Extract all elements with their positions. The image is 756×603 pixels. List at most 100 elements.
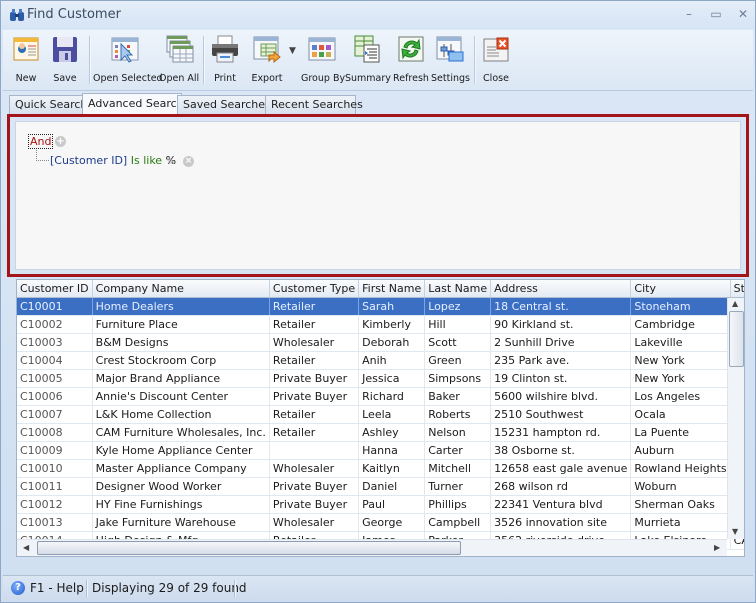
- help-icon[interactable]: ?: [11, 581, 25, 595]
- maximize-button[interactable]: ▭: [707, 6, 725, 22]
- horizontal-scrollbar[interactable]: ◀ ▶: [17, 539, 727, 556]
- cell-customer-type: Private Buyer: [269, 477, 360, 496]
- cell-customer-type: Retailer: [269, 351, 360, 370]
- cell-customer-type: Private Buyer: [269, 369, 360, 388]
- table-row[interactable]: C10013 Jake Furniture Warehouse Wholesaler…: [17, 513, 744, 532]
- table-row[interactable]: C10005 Major Brand Appliance Private Buyer…: [17, 369, 744, 388]
- export-button[interactable]: ▼ Export: [247, 32, 299, 88]
- filter-editor[interactable]: And + [Customer ID] Is like % ✎ ×: [15, 121, 741, 270]
- cell-customer-id: C10009: [17, 441, 93, 460]
- close-label: Close: [483, 73, 509, 84]
- cell-first-name: Anih: [358, 351, 426, 370]
- table-row[interactable]: C10003 B&M Designs Wholesaler Deborah Scott 2…: [17, 333, 744, 352]
- cell-first-name: Sarah: [358, 297, 426, 316]
- cell-first-name: Deborah: [358, 333, 426, 352]
- open-selected-button[interactable]: Open Selected: [93, 32, 163, 88]
- cell-address: 22341 Ventura blvd: [490, 495, 632, 514]
- cell-customer-type: Retailer: [269, 405, 360, 424]
- status-separator: [234, 580, 236, 597]
- close-button[interactable]: Close: [478, 32, 514, 88]
- column-header-last-name[interactable]: Last Name: [424, 280, 492, 298]
- summary-icon: [354, 35, 380, 63]
- table-row[interactable]: C10008 CAM Furniture Wholesales, Inc. Reta…: [17, 423, 744, 442]
- cell-company-name: Furniture Place: [92, 315, 270, 334]
- customer-grid: Customer ID Company Name Customer Type F…: [16, 279, 745, 557]
- close-window-button[interactable]: ✕: [734, 6, 752, 22]
- horizontal-scroll-thumb[interactable]: [37, 541, 461, 555]
- cell-address: 235 Park ave.: [490, 351, 632, 370]
- export-dropdown-arrow[interactable]: ▼: [289, 46, 296, 56]
- column-header-company-name[interactable]: Company Name: [92, 280, 270, 298]
- cell-city: Sherman Oaks: [630, 495, 731, 514]
- filter-editor-highlight: And + [Customer ID] Is like % ✎ ×: [7, 114, 749, 277]
- cell-last-name: Phillips: [424, 495, 492, 514]
- column-header-customer-id[interactable]: Customer ID: [17, 280, 93, 298]
- save-button[interactable]: Save: [47, 32, 83, 88]
- cell-company-name: Kyle Home Appliance Center: [92, 441, 270, 460]
- table-row[interactable]: C10001 Home Dealers Retailer Sarah Lopez 18 C…: [17, 297, 744, 316]
- tab-quick-search[interactable]: Quick Search: [9, 95, 87, 114]
- vertical-scroll-thumb[interactable]: [729, 311, 744, 367]
- group-operator[interactable]: And: [27, 134, 54, 149]
- cell-customer-id: C10008: [17, 423, 93, 442]
- cell-customer-id: C10002: [17, 315, 93, 334]
- cell-customer-id: C10003: [17, 333, 93, 352]
- pencil-icon[interactable]: ✎: [166, 155, 175, 168]
- open-all-button[interactable]: Open All: [159, 32, 199, 88]
- cell-address: 38 Osborne st.: [490, 441, 632, 460]
- new-button[interactable]: New: [7, 32, 45, 88]
- table-row[interactable]: C10009 Kyle Home Appliance Center Hanna Car…: [17, 441, 744, 460]
- column-header-state[interactable]: State: [730, 280, 744, 298]
- table-row[interactable]: C10002 Furniture Place Retailer Kimberly Hil…: [17, 315, 744, 334]
- cell-city: Woburn: [630, 477, 731, 496]
- cell-address: 3526 innovation site: [490, 513, 632, 532]
- floppy-disk-icon: [53, 37, 77, 62]
- cell-customer-id: C10007: [17, 405, 93, 424]
- cell-customer-type: Wholesaler: [269, 513, 360, 532]
- table-row[interactable]: C10011 Designer Wood Worker Private Buyer D…: [17, 477, 744, 496]
- cell-last-name: Hill: [424, 315, 492, 334]
- tab-recent-searches[interactable]: Recent Searches: [265, 95, 363, 114]
- cell-city: Stoneham: [630, 297, 731, 316]
- table-row[interactable]: C10007 L&K Home Collection Retailer Leela Ro…: [17, 405, 744, 424]
- help-hint[interactable]: F1 - Help: [30, 581, 84, 595]
- column-header-customer-type[interactable]: Customer Type: [269, 280, 360, 298]
- cell-customer-type: [269, 441, 360, 460]
- summary-button[interactable]: Summary: [345, 32, 391, 88]
- group-by-button[interactable]: Group By: [301, 32, 345, 88]
- scroll-right-arrow[interactable]: ▶: [714, 543, 720, 552]
- toolbar-separator: [203, 36, 205, 84]
- cell-address: 5600 wilshire blvd.: [490, 387, 632, 406]
- cell-company-name: Crest Stockroom Corp: [92, 351, 270, 370]
- refresh-button[interactable]: Refresh: [391, 32, 431, 88]
- vertical-scrollbar[interactable]: ▲ ▼: [727, 298, 744, 539]
- cell-first-name: Hanna: [358, 441, 426, 460]
- toolbar: New Save Open Selected Open All Print ▼ …: [3, 30, 753, 91]
- tab-saved-searches[interactable]: Saved Searches: [177, 95, 271, 114]
- column-header-address[interactable]: Address: [490, 280, 632, 298]
- cell-customer-id: C10004: [17, 351, 93, 370]
- cell-last-name: Nelson: [424, 423, 492, 442]
- minimize-button[interactable]: –: [680, 6, 698, 22]
- table-row[interactable]: C10010 Master Appliance Company Wholesaler…: [17, 459, 744, 478]
- condition-field[interactable]: [Customer ID]: [50, 154, 127, 167]
- tab-advanced-search[interactable]: Advanced Search: [82, 93, 184, 115]
- export-icon: [253, 36, 281, 64]
- column-header-city[interactable]: City: [630, 280, 731, 298]
- scroll-up-arrow[interactable]: ▲: [732, 299, 738, 308]
- open-all-icon: [166, 35, 194, 63]
- column-header-first-name[interactable]: First Name: [358, 280, 426, 298]
- scroll-left-arrow[interactable]: ◀: [23, 543, 29, 552]
- scroll-down-arrow[interactable]: ▼: [732, 527, 738, 536]
- table-row[interactable]: C10006 Annie's Discount Center Private Buy…: [17, 387, 744, 406]
- condition-operator[interactable]: Is like: [131, 154, 162, 167]
- cell-address: 2510 Southwest: [490, 405, 632, 424]
- settings-button[interactable]: Settings: [431, 32, 470, 88]
- table-row[interactable]: C10004 Crest Stockroom Corp Retailer Anih Gr…: [17, 351, 744, 370]
- remove-condition-icon[interactable]: ×: [183, 156, 194, 167]
- table-row[interactable]: C10012 HY Fine Furnishings Private Buyer Pa…: [17, 495, 744, 514]
- print-button[interactable]: Print: [207, 32, 243, 88]
- cell-city: New York: [630, 369, 731, 388]
- add-condition-icon[interactable]: +: [55, 136, 66, 147]
- toolbar-separator: [89, 36, 91, 84]
